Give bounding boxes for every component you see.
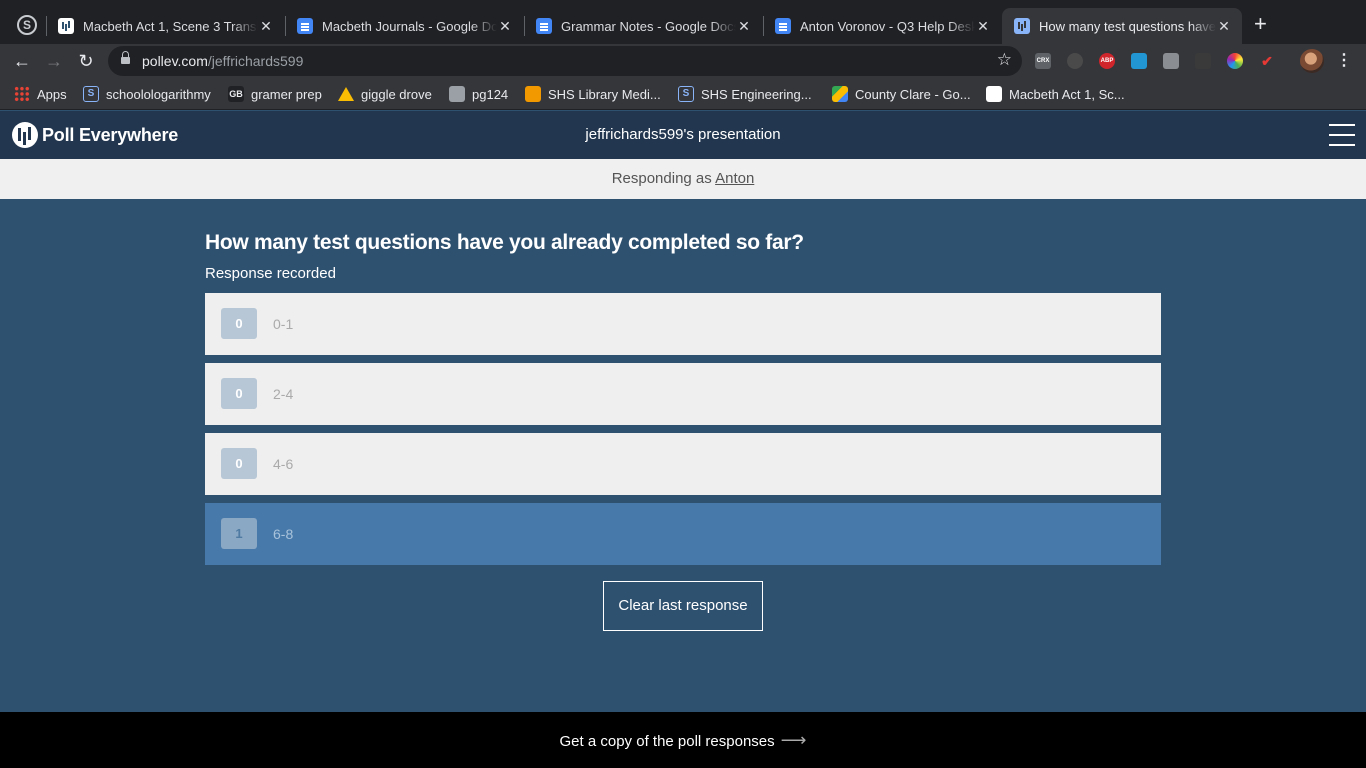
dark-extension-icon[interactable]: [1195, 53, 1211, 69]
bookmark-apps[interactable]: Apps: [14, 85, 67, 103]
library-icon: [525, 86, 541, 102]
url-host: pollev.com: [142, 53, 208, 69]
bookmark-gramer-prep[interactable]: GB gramer prep: [228, 85, 322, 103]
bookmark-giggle-drove[interactable]: giggle drove: [338, 85, 432, 103]
tab-title: Macbeth Act 1, Scene 3 Transla: [83, 18, 258, 34]
bookmarks-bar: Apps S schoolologarithmy GB gramer prep …: [0, 78, 1366, 110]
bookmark-label: Macbeth Act 1, Sc...: [1009, 86, 1125, 102]
drive-icon: [338, 87, 354, 101]
url-path: /jeffrichards599: [207, 53, 304, 69]
google-docs-icon: [536, 18, 552, 34]
option-label: 2-4: [273, 386, 294, 402]
close-icon[interactable]: ✕: [258, 18, 274, 35]
response-status: Response recorded: [205, 265, 336, 282]
bookmark-label: pg124: [472, 86, 509, 102]
option-label: 4-6: [273, 456, 294, 472]
forward-arrow-icon[interactable]: →: [42, 49, 66, 73]
new-tab-button[interactable]: +: [1254, 12, 1267, 36]
close-icon[interactable]: ✕: [1216, 18, 1232, 35]
poll-option[interactable]: 0 2-4: [205, 363, 1161, 425]
responder-name-link[interactable]: Anton: [715, 170, 754, 187]
tab-title: Macbeth Journals - Google Do: [322, 18, 497, 34]
color-wheel-extension-icon[interactable]: [1227, 53, 1243, 69]
blue-extension-icon[interactable]: [1131, 53, 1147, 69]
owl-extension-icon[interactable]: [1067, 53, 1083, 69]
poll-question: How many test questions have you already…: [205, 231, 804, 254]
crx-extension-icon[interactable]: CRX: [1035, 53, 1051, 69]
close-icon[interactable]: ✕: [497, 18, 513, 35]
bookmark-macbeth[interactable]: Macbeth Act 1, Sc...: [986, 85, 1125, 103]
close-icon[interactable]: ✕: [975, 18, 991, 35]
option-label: 6-8: [273, 526, 294, 542]
hamburger-menu-icon[interactable]: [1329, 124, 1355, 146]
site-header: Poll Everywhere jeffrichards599's presen…: [0, 111, 1366, 159]
bookmark-label: schoolologarithmy: [106, 86, 211, 102]
responding-prefix: Responding as: [611, 170, 712, 187]
url-text[interactable]: pollev.com/jeffrichards599: [142, 53, 303, 69]
bookmark-star-icon[interactable]: ☆: [997, 50, 1012, 70]
bookmark-pg124[interactable]: pg124: [449, 85, 508, 103]
poll-option-selected[interactable]: 1 6-8: [205, 503, 1161, 565]
schoology-icon: S: [678, 86, 694, 102]
address-bar[interactable]: pollev.com/jeffrichards599 ☆: [108, 46, 1022, 76]
bookmark-shs-library[interactable]: SHS Library Medi...: [525, 85, 661, 103]
bookmark-shs-engineering[interactable]: S SHS Engineering...: [678, 85, 812, 103]
schoology-profile-icon[interactable]: S: [17, 15, 37, 35]
tab-title: Grammar Notes - Google Docs: [561, 18, 736, 34]
gb-icon: GB: [228, 86, 244, 102]
bookmark-label: SHS Library Medi...: [548, 86, 661, 102]
vote-count-badge: 0: [221, 308, 257, 339]
bookmark-label: gramer prep: [251, 86, 322, 102]
more-menu-icon[interactable]: ⋮: [1336, 49, 1352, 73]
poll-option[interactable]: 0 4-6: [205, 433, 1161, 495]
bookmark-schoolologarithmy[interactable]: S schoolologarithmy: [83, 85, 211, 103]
tab-macbeth-journals[interactable]: Macbeth Journals - Google Do ✕: [285, 8, 523, 44]
avatar[interactable]: [1300, 49, 1324, 73]
vote-count-badge: 0: [221, 378, 257, 409]
option-label: 0-1: [273, 316, 294, 332]
tab-macbeth-translation[interactable]: Macbeth Act 1, Scene 3 Transla ✕: [46, 8, 284, 44]
browser-toolbar: ← → ↻ pollev.com/jeffrichards599 ☆ CRX A…: [0, 44, 1366, 78]
close-icon[interactable]: ✕: [736, 18, 752, 35]
bookmark-label: Apps: [37, 86, 67, 102]
tab-active-poll[interactable]: How many test questions have ✕: [1002, 8, 1242, 44]
google-docs-icon: [775, 18, 791, 34]
bookmark-county-clare[interactable]: County Clare - Go...: [832, 85, 971, 103]
google-docs-icon: [297, 18, 313, 34]
adblock-extension-icon[interactable]: ABP: [1099, 53, 1115, 69]
poll-everywhere-icon: [986, 86, 1002, 102]
get-copy-link[interactable]: Get a copy of the poll responses: [560, 733, 775, 750]
globe-icon: [449, 86, 465, 102]
clear-last-response-button[interactable]: Clear last response: [603, 581, 763, 631]
tab-title: Anton Voronov - Q3 Help Desk: [800, 18, 975, 34]
bookmark-label: giggle drove: [361, 86, 432, 102]
bookmark-label: SHS Engineering...: [701, 86, 812, 102]
vote-count-badge: 0: [221, 448, 257, 479]
reload-icon[interactable]: ↻: [74, 49, 98, 73]
responding-as-bar: Responding as Anton: [0, 159, 1366, 199]
right-arrow-icon: ⟶: [780, 730, 807, 750]
poll-everywhere-icon: [58, 18, 74, 34]
back-arrow-icon[interactable]: ←: [10, 49, 34, 73]
maps-icon: [832, 86, 848, 102]
vote-count-badge: 1: [221, 518, 257, 549]
poll-everywhere-icon: [1014, 18, 1030, 34]
browser-tab-strip: S Macbeth Act 1, Scene 3 Transla ✕ Macbe…: [0, 0, 1366, 44]
lock-icon[interactable]: [121, 51, 130, 66]
poll-option[interactable]: 0 0-1: [205, 293, 1161, 355]
briefcase-extension-icon[interactable]: [1163, 53, 1179, 69]
apps-grid-icon: [14, 86, 30, 102]
footer: Get a copy of the poll responses ⟶: [0, 712, 1366, 768]
tab-title: How many test questions have: [1039, 18, 1216, 34]
red-check-extension-icon[interactable]: ✔: [1259, 53, 1275, 69]
tab-grammar-notes[interactable]: Grammar Notes - Google Docs ✕: [524, 8, 762, 44]
schoology-icon: S: [83, 86, 99, 102]
presentation-title: jeffrichards599's presentation: [585, 126, 781, 143]
bookmark-label: County Clare - Go...: [855, 86, 971, 102]
tab-help-desk[interactable]: Anton Voronov - Q3 Help Desk ✕: [763, 8, 1001, 44]
